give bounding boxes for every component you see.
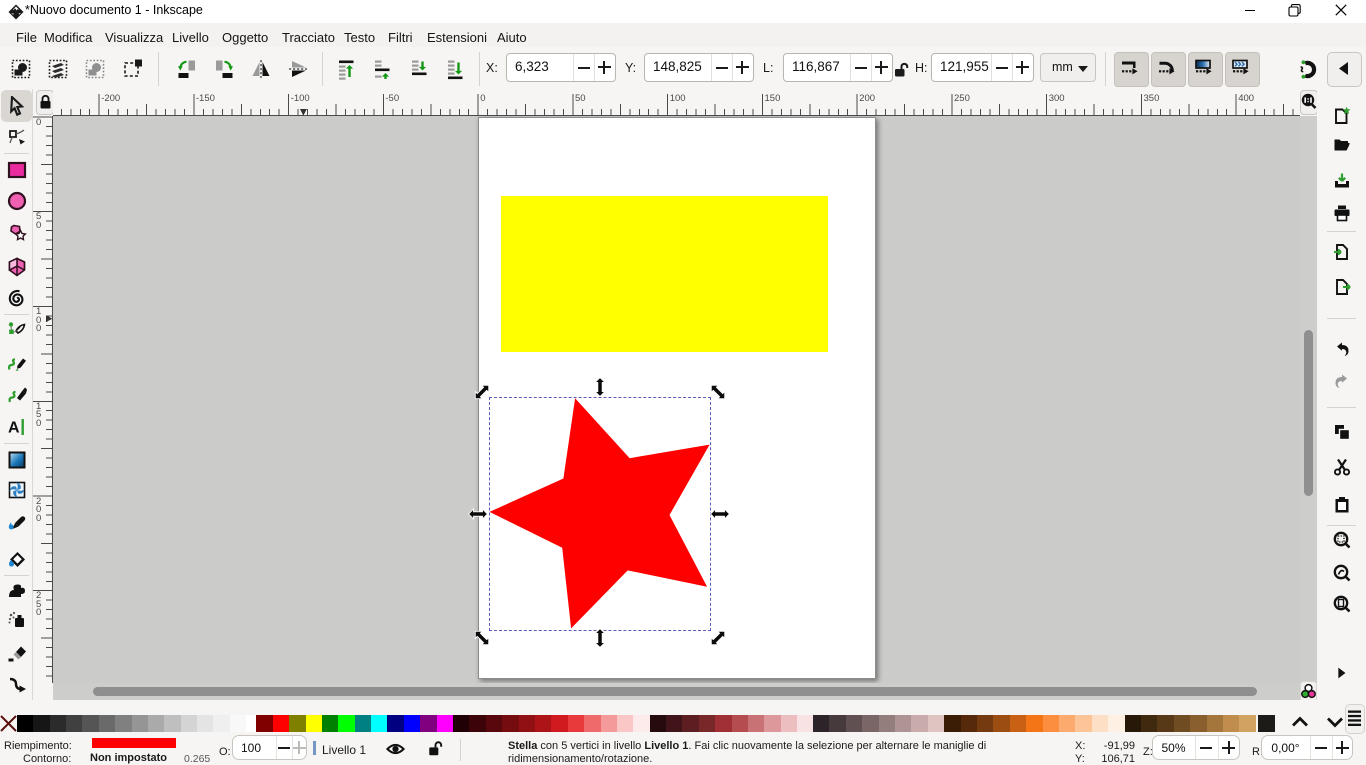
svg-text:A: A (8, 420, 20, 437)
